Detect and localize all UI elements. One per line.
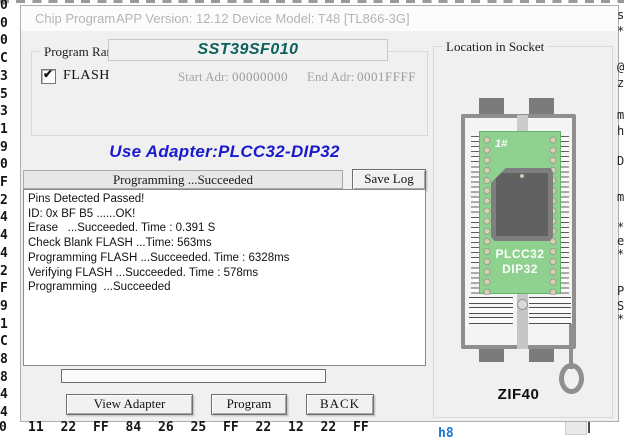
adapter-board-label-1: PLCC32 <box>479 247 561 261</box>
socket-pin-slots-left <box>469 297 513 327</box>
chip-name-text: SST39SF010 <box>197 41 298 58</box>
background-ascii-char: * <box>617 220 624 234</box>
background-ascii-char: z <box>617 76 624 90</box>
background-divider-fragment <box>588 421 590 433</box>
adapter-board-label-2: DIP32 <box>479 262 561 276</box>
status-progress-bar: Programming ...Succeeded <box>23 170 343 189</box>
end-adr-value: 0001FFFF <box>357 69 416 85</box>
start-adr-value: 00000000 <box>232 69 288 85</box>
socket-name-label: ZIF40 <box>461 386 576 403</box>
background-ascii-char: m <box>617 190 624 204</box>
secondary-progress-bar <box>61 369 326 383</box>
background-ascii-char: e <box>617 234 624 248</box>
plcc-chip-pin1-dot <box>520 174 524 178</box>
background-ascii-char: * <box>617 24 624 38</box>
background-ascii-char: S <box>617 299 624 313</box>
log-line: ID: 0x BF B5 ......OK! <box>28 207 425 222</box>
socket-pin-slots-right <box>529 297 571 327</box>
background-ascii-char: m <box>617 108 624 122</box>
dialog-subtitle: APP Version: 12.12 Device Model: T48 [TL… <box>116 11 410 26</box>
log-output: Pins Detected Passed!ID: 0x BF B5 ......… <box>23 189 426 366</box>
log-line: Check Blank FLASH ...Time: 563ms <box>28 236 425 251</box>
background-ascii-char: * <box>617 312 624 326</box>
socket-tab-top-left <box>479 98 504 115</box>
background-ascii-char: @ <box>617 60 624 74</box>
adapter-notice: Use Adapter:PLCC32-DIP32 <box>23 142 426 162</box>
socket-center-screw <box>517 299 528 310</box>
log-line: Programming FLASH ...Succeeded. Time : 6… <box>28 251 425 266</box>
background-ascii-char: P <box>617 284 624 298</box>
flash-checkbox[interactable]: ✔ <box>41 69 56 84</box>
start-adr-label: Start Adr: <box>178 69 229 85</box>
background-ascii-char: s <box>617 8 624 22</box>
plcc-chip <box>491 168 553 241</box>
background-hex-row-clipped <box>0 0 624 3</box>
checkmark-icon: ✔ <box>43 67 53 81</box>
background-hex-column-left: 0 0 0 C 3 5 3 1 9 0 F 2 4 4 4 2 F 9 1 C … <box>0 0 12 422</box>
save-log-button[interactable]: Save Log <box>352 169 426 190</box>
log-line: Erase ...Succeeded. Time : 0.391 S <box>28 221 425 236</box>
background-ascii-char: D <box>617 154 624 168</box>
log-line: Programming ...Succeeded <box>28 280 425 295</box>
dialog-titlebar[interactable]: Chip Program APP Version: 12.12 Device M… <box>21 6 618 31</box>
chip-name-banner: SST39SF010 <box>108 39 388 61</box>
background-blue-fragment: h8 <box>438 426 454 441</box>
dialog-title: Chip Program <box>35 11 115 26</box>
program-range-group: Program Range <box>31 51 428 136</box>
adapter-pin-stubs-right <box>561 136 569 296</box>
adapter-pin-stubs-left <box>471 136 479 296</box>
background-ascii-char: h <box>617 124 624 138</box>
adapter-board-tag: 1# <box>495 138 507 150</box>
program-button[interactable]: Program <box>211 394 287 415</box>
end-adr-label: End Adr: <box>307 69 354 85</box>
log-line: Pins Detected Passed! <box>28 192 425 207</box>
screen: { "background": { "left_hex_column": ["0… <box>0 0 624 433</box>
socket-tab-top-right <box>529 98 554 115</box>
log-line: Verifying FLASH ...Succeeded. Time : 578… <box>28 266 425 281</box>
location-in-socket-label: Location in Socket <box>442 39 548 55</box>
flash-label: FLASH <box>63 68 110 84</box>
chip-program-dialog: Chip Program APP Version: 12.12 Device M… <box>20 5 619 422</box>
view-adapter-button[interactable]: View Adapter <box>66 394 193 415</box>
background-ascii-char: * <box>617 247 624 261</box>
back-button[interactable]: BACK <box>306 394 374 415</box>
